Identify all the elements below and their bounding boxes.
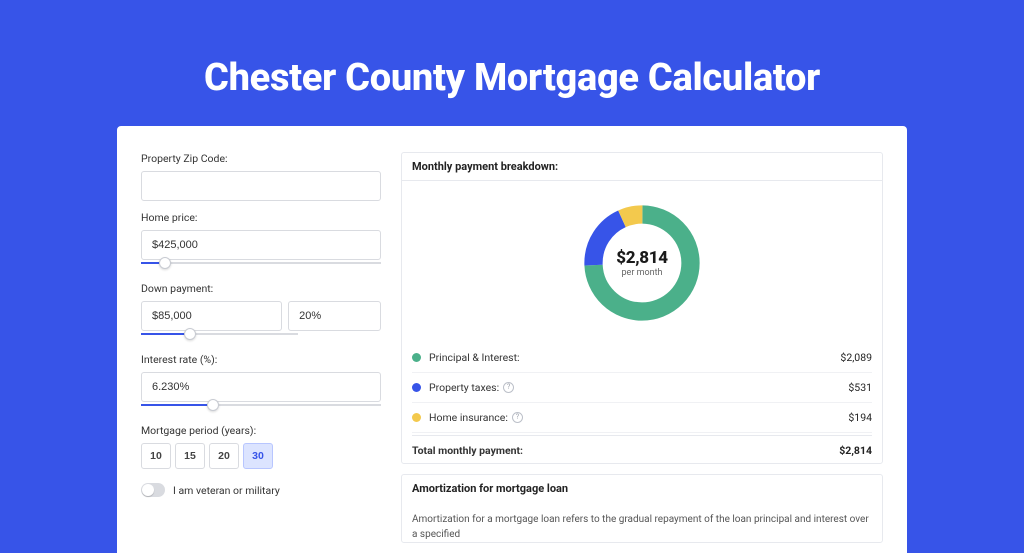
inputs-column: Property Zip Code: Home price: Down paym… [141,152,381,553]
interest-input[interactable] [141,372,381,402]
down-payment-percent-input[interactable] [288,301,381,331]
breakdown-panel: Monthly payment breakdown: $2,814 per mo… [401,152,883,464]
period-option-15[interactable]: 15 [175,443,205,469]
home-price-field: Home price: [141,211,381,272]
legend-text-principal: Principal & Interest: [429,351,520,364]
donut-center: $2,814 per month [616,248,668,278]
donut-chart: $2,814 per month [412,191,872,343]
legend-row-principal: Principal & Interest: $2,089 [412,343,872,373]
legend-text-insurance: Home insurance: [429,411,508,424]
legend-label-insurance: Home insurance: ? [429,411,523,424]
legend-label-principal: Principal & Interest: [429,351,520,364]
down-payment-amount-input[interactable] [141,301,282,331]
home-price-slider[interactable] [141,260,381,272]
period-options: 10 15 20 30 [141,443,273,469]
dot-insurance [412,413,421,422]
down-payment-slider[interactable] [141,331,298,343]
home-price-label: Home price: [141,211,381,224]
legend-row-taxes: Property taxes: ? $531 [412,373,872,403]
zip-label: Property Zip Code: [141,152,381,165]
zip-field: Property Zip Code: [141,152,381,201]
period-label: Mortgage period (years): [141,424,381,437]
page-title: Chester County Mortgage Calculator [0,0,1024,126]
period-field: Mortgage period (years): 10 15 20 30 [141,424,381,469]
veteran-toggle[interactable] [141,483,165,497]
donut-sub: per month [616,268,668,278]
dot-taxes [412,383,421,392]
period-option-10[interactable]: 10 [141,443,171,469]
legend-row-total: Total monthly payment: $2,814 [412,435,872,457]
calculator-card: Property Zip Code: Home price: Down paym… [117,126,907,553]
info-icon[interactable]: ? [512,412,523,423]
donut-value: $2,814 [616,248,668,268]
zip-input[interactable] [141,171,381,201]
interest-label: Interest rate (%): [141,353,381,366]
period-option-30[interactable]: 30 [243,443,273,469]
total-label: Total monthly payment: [412,444,523,457]
amortization-header: Amortization for mortgage loan [402,475,882,502]
breakdown-header: Monthly payment breakdown: [402,153,882,181]
down-payment-field: Down payment: [141,282,381,343]
total-value: $2,814 [839,444,872,457]
veteran-row: I am veteran or military [141,483,381,497]
legend-value-insurance: $194 [848,411,872,424]
amortization-text: Amortization for a mortgage loan refers … [402,502,882,542]
info-icon[interactable]: ? [503,382,514,393]
breakdown-body: $2,814 per month Principal & Interest: $… [402,181,882,463]
legend-label-taxes: Property taxes: ? [429,381,514,394]
legend-text-taxes: Property taxes: [429,381,499,394]
down-payment-label: Down payment: [141,282,381,295]
veteran-label: I am veteran or military [173,484,280,497]
interest-field: Interest rate (%): [141,353,381,414]
interest-slider[interactable] [141,402,381,414]
breakdown-column: Monthly payment breakdown: $2,814 per mo… [401,152,883,553]
amortization-panel: Amortization for mortgage loan Amortizat… [401,474,883,543]
period-option-20[interactable]: 20 [209,443,239,469]
dot-principal [412,353,421,362]
legend-value-principal: $2,089 [840,351,872,364]
legend-row-insurance: Home insurance: ? $194 [412,403,872,433]
legend-value-taxes: $531 [848,381,872,394]
home-price-input[interactable] [141,230,381,260]
